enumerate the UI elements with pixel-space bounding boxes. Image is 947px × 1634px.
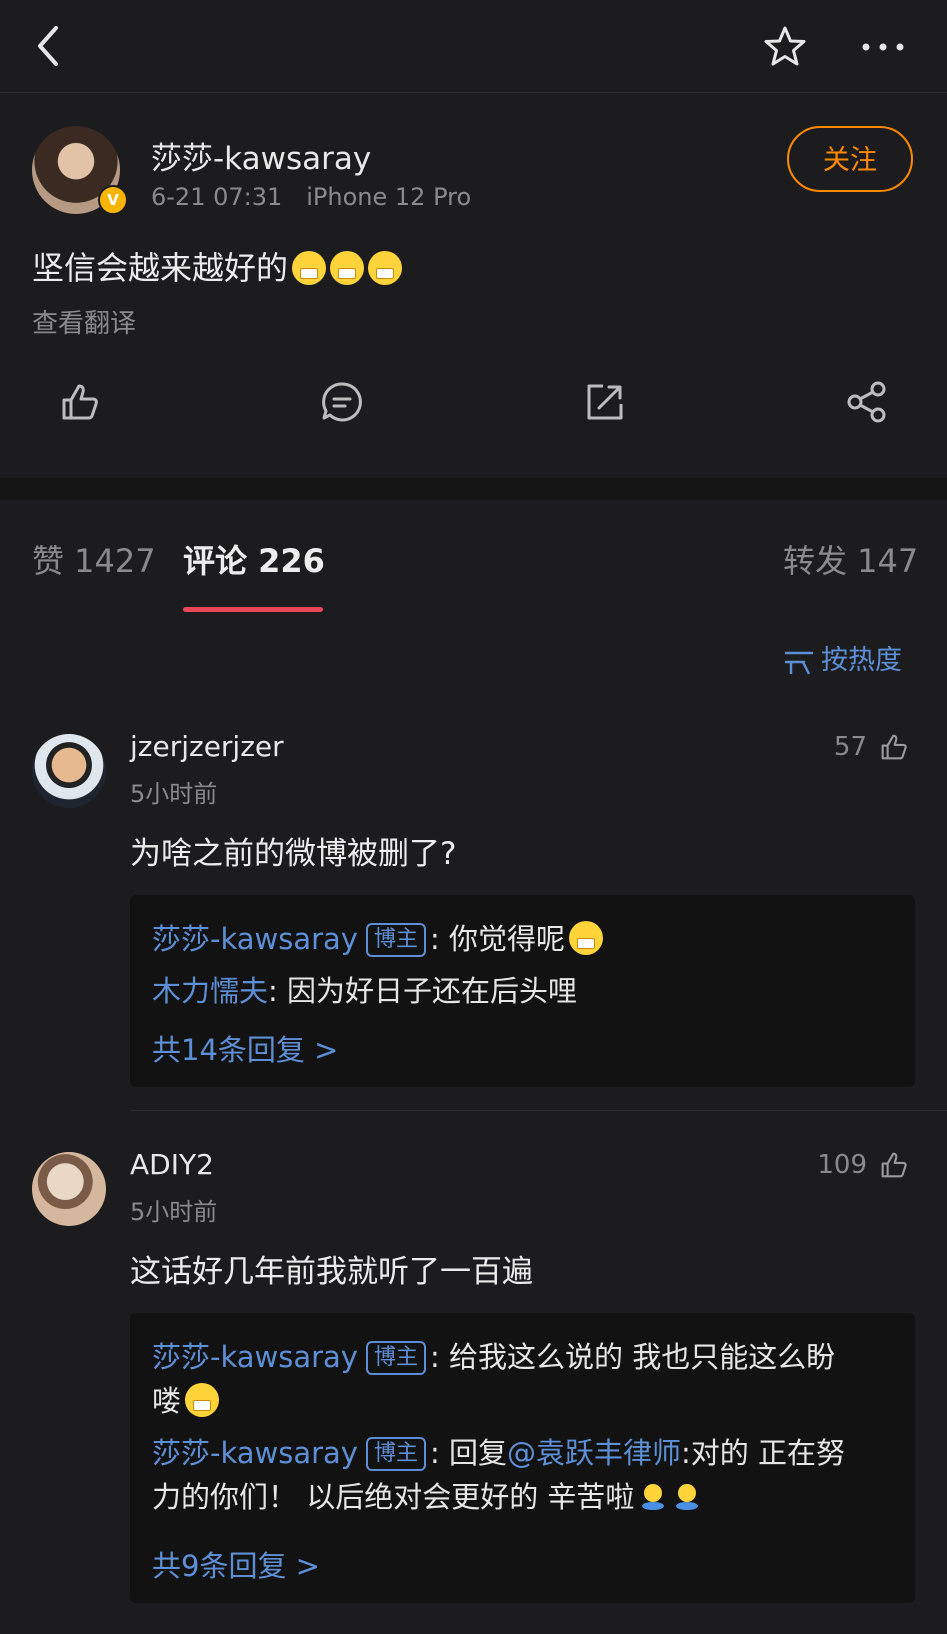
divider [130, 1110, 947, 1111]
reply-item: 莎莎-kawsaray 博主: 给我这么说的 我也只能这么盼喽 [152, 1335, 891, 1423]
star-icon[interactable] [762, 24, 808, 70]
post-meta: 6-21 07:31 iPhone 12 Pro [151, 183, 471, 211]
translate-link[interactable]: 查看翻译 [32, 303, 136, 340]
post-text: 坚信会越来越好的 [32, 243, 403, 289]
reply-text-cont: 力的你们！ 以后绝对会更好的 辛苦啦 [152, 1480, 635, 1514]
grin-emoji-icon [185, 1383, 220, 1417]
reply-text: : 你觉得呢 [430, 922, 565, 956]
comment-icon[interactable] [318, 378, 366, 426]
reply-box[interactable]: 莎莎-kawsaray 博主: 给我这么说的 我也只能这么盼喽 莎莎-kawsar… [130, 1313, 915, 1603]
author-tag: 博主 [365, 923, 426, 957]
like-icon [881, 734, 907, 760]
sort-button[interactable]: 按热度 [783, 638, 902, 677]
grin-emoji-icon [330, 251, 365, 285]
reply-user[interactable]: 木力懦夫 [152, 974, 268, 1008]
avatar[interactable] [32, 734, 106, 808]
post-author[interactable]: 莎莎-kawsaray [151, 133, 371, 178]
post-device: iPhone 12 Pro [306, 183, 472, 211]
comment-item: ADIY2 5小时前 109 这话好几年前我就听了一百遍 莎莎-kawsaray… [0, 1118, 947, 1618]
like-icon[interactable] [56, 378, 104, 426]
tab-likes[interactable]: 赞 1427 [32, 536, 156, 582]
post-text-body: 坚信会越来越好的 [32, 249, 289, 287]
reply-text-cont: 喽 [152, 1384, 182, 1418]
reply-item: 莎莎-kawsaray 博主: 你觉得呢 [152, 917, 891, 961]
tab-comments[interactable]: 评论 226 [183, 536, 325, 582]
more-replies-link[interactable]: 共9条回复 > [152, 1543, 320, 1585]
reply-prefix: : 回复 [430, 1436, 507, 1470]
repost-icon[interactable] [581, 378, 629, 426]
section-gap [0, 478, 947, 500]
comment-like-count: 57 [833, 732, 867, 762]
comment-like-button[interactable]: 109 [817, 1148, 911, 1182]
grin-emoji-icon [368, 251, 403, 285]
post-date: 6-21 07:31 [151, 183, 283, 211]
back-icon[interactable] [30, 22, 70, 70]
avatar[interactable] [32, 1152, 106, 1226]
grin-emoji-icon [569, 921, 603, 955]
tab-reposts[interactable]: 转发 147 [783, 536, 918, 582]
follow-button[interactable]: 关注 [787, 126, 913, 192]
hug-emoji-icon [676, 1484, 699, 1510]
comment-item: jzerjzerjzer 5小时前 57 为啥之前的微博被删了? 莎莎-kaws… [0, 700, 947, 1092]
grin-emoji-icon [292, 251, 327, 285]
comment-user[interactable]: ADIY2 [130, 1148, 214, 1181]
comment-time: 5小时前 [130, 1198, 218, 1226]
reply-text: : 因为好日子还在后头哩 [268, 974, 578, 1008]
tab-bar: 赞 1427 评论 226 转发 147 [0, 500, 947, 620]
reply-item: 莎莎-kawsaray 博主: 回复@袁跃丰律师:对的 正在努力的你们！ 以后绝对… [152, 1431, 891, 1519]
more-icon[interactable] [858, 32, 908, 62]
mention-link[interactable]: @袁跃丰律师 [507, 1436, 681, 1470]
reply-user[interactable]: 莎莎-kawsaray [152, 1340, 358, 1374]
comment-text: 为啥之前的微博被删了? [130, 836, 457, 872]
author-tag: 博主 [365, 1341, 426, 1375]
reply-user[interactable]: 莎莎-kawsaray [152, 922, 358, 956]
share-icon[interactable] [843, 378, 891, 426]
comment-like-count: 109 [817, 1150, 867, 1180]
verified-badge-icon: V [98, 185, 128, 215]
post-card: V 莎莎-kawsaray 6-21 07:31 iPhone 12 Pro 关注… [0, 93, 947, 478]
more-replies-link[interactable]: 共14条回复 > [152, 1027, 338, 1069]
tab-underline [183, 607, 323, 612]
sort-label: 按热度 [821, 645, 902, 676]
reply-box[interactable]: 莎莎-kawsaray 博主: 你觉得呢 木力懦夫: 因为好日子还在后头哩 共14… [130, 895, 915, 1087]
comment-time: 5小时前 [130, 780, 218, 808]
reply-item: 木力懦夫: 因为好日子还在后头哩 [152, 969, 891, 1013]
sort-icon [785, 651, 813, 675]
comment-text: 这话好几年前我就听了一百遍 [130, 1254, 533, 1290]
top-bar [0, 0, 947, 92]
comment-user[interactable]: jzerjzerjzer [130, 730, 284, 763]
author-tag: 博主 [365, 1437, 426, 1471]
reply-user[interactable]: 莎莎-kawsaray [152, 1436, 358, 1470]
reply-text: :对的 正在努 [681, 1436, 846, 1470]
like-icon [881, 1152, 907, 1178]
comment-like-button[interactable]: 57 [834, 730, 911, 764]
reply-text: : 给我这么说的 我也只能这么盼 [430, 1340, 836, 1374]
hug-emoji-icon [642, 1484, 665, 1510]
post-actions [0, 378, 947, 448]
